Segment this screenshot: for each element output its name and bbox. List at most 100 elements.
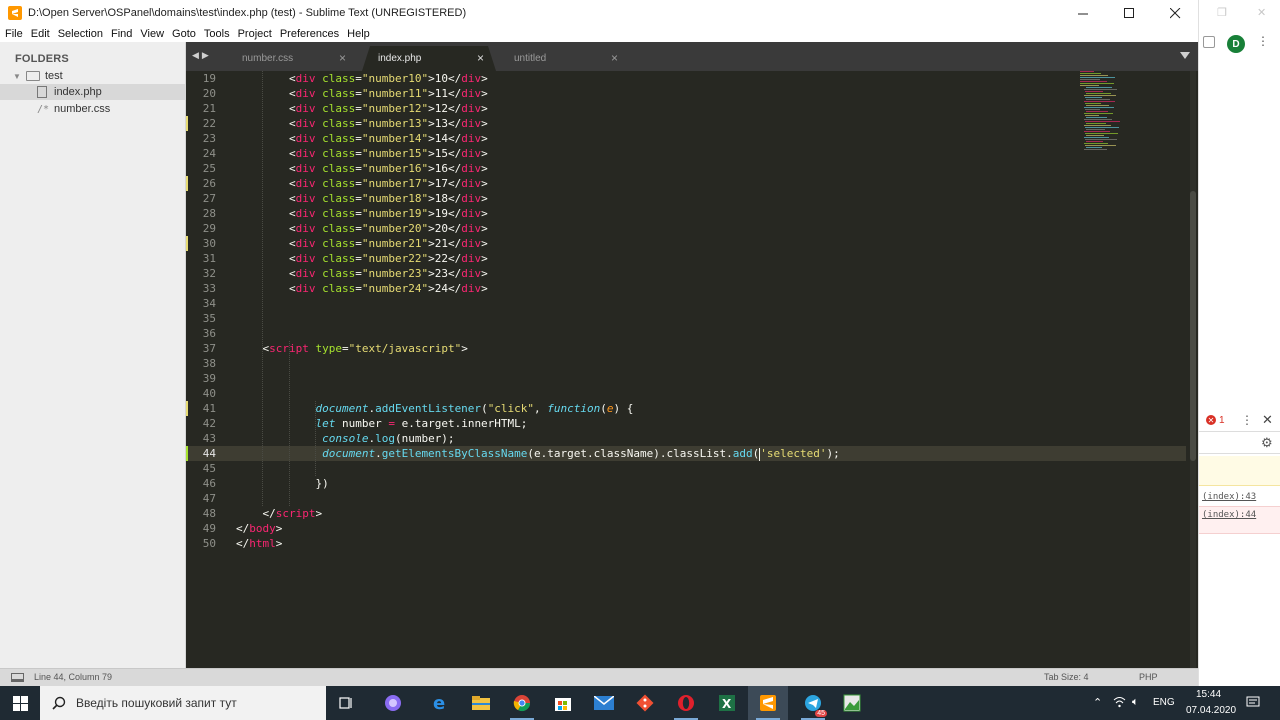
tab-close-icon[interactable]: × bbox=[477, 51, 484, 65]
menu-help[interactable]: Help bbox=[347, 28, 370, 40]
line-number: 44 bbox=[202, 447, 216, 460]
file-explorer-icon[interactable] bbox=[461, 686, 501, 720]
console-source-link[interactable]: (index):44 bbox=[1202, 510, 1256, 520]
gear-icon[interactable]: ⚙ bbox=[1261, 435, 1273, 451]
code-editor[interactable]: 19 20 21 22 23 24 25 26 27 28 29 30 31 32 33 34 35 36 37 38… bbox=[186, 71, 1198, 668]
minimap-line bbox=[1080, 83, 1114, 84]
mail-icon[interactable] bbox=[584, 686, 624, 720]
tab-untitled[interactable]: untitled × bbox=[500, 46, 628, 71]
panel-toggle-icon[interactable] bbox=[11, 673, 24, 682]
code-token: >12</ bbox=[428, 102, 462, 115]
tab-size[interactable]: Tab Size: 4 bbox=[1044, 672, 1089, 682]
code-token: class bbox=[322, 132, 356, 145]
line-number: 46 bbox=[202, 477, 216, 490]
avatar[interactable]: D bbox=[1227, 35, 1245, 53]
code-token: < bbox=[288, 252, 296, 265]
restore-icon[interactable]: ❐ bbox=[1217, 6, 1227, 19]
code-token: = bbox=[355, 192, 362, 205]
console-source-link[interactable]: (index):43 bbox=[1202, 492, 1256, 502]
console-warning-row bbox=[1199, 456, 1280, 486]
code-token: "number18" bbox=[361, 192, 429, 205]
code-line: </body> bbox=[236, 521, 282, 536]
close-button[interactable] bbox=[1152, 0, 1198, 26]
image-viewer-icon[interactable] bbox=[832, 686, 872, 720]
minimap-line bbox=[1086, 87, 1112, 88]
windows-start-button[interactable] bbox=[0, 686, 40, 720]
error-count[interactable]: 1 bbox=[1219, 415, 1225, 426]
menu-selection[interactable]: Selection bbox=[58, 28, 103, 40]
notification-center-icon[interactable] bbox=[1246, 696, 1260, 712]
tab-nav-arrows-icon[interactable]: ◀▶ bbox=[192, 50, 212, 61]
folder-test[interactable]: ▼ test bbox=[0, 68, 185, 84]
menu-find[interactable]: Find bbox=[111, 28, 132, 40]
clock-date[interactable]: 07.04.2020 bbox=[1186, 705, 1236, 716]
code-token: = bbox=[355, 237, 362, 250]
minimap-line bbox=[1084, 113, 1113, 114]
menu-edit[interactable]: Edit bbox=[31, 28, 50, 40]
sidebar-file-index-php[interactable]: index.php bbox=[0, 84, 185, 100]
code-token: >22</ bbox=[428, 252, 462, 265]
code-line: </html> bbox=[236, 536, 282, 551]
line-number: 39 bbox=[202, 372, 216, 385]
code-token: = bbox=[355, 252, 362, 265]
code-token: < bbox=[288, 132, 296, 145]
line-number: 41 bbox=[202, 402, 216, 415]
tab-menu-icon[interactable] bbox=[1180, 52, 1190, 59]
minimap[interactable] bbox=[1078, 71, 1188, 161]
code-token: add bbox=[732, 447, 753, 460]
telegram-icon[interactable]: 45 bbox=[793, 686, 833, 720]
expand-arrow-icon[interactable]: ▼ bbox=[12, 72, 22, 81]
code-token: = bbox=[355, 267, 362, 280]
sidebar-file-number-css[interactable]: /* number.css bbox=[0, 101, 185, 117]
excel-icon[interactable]: X bbox=[707, 686, 747, 720]
line-number: 29 bbox=[202, 222, 216, 235]
tab-close-icon[interactable]: × bbox=[611, 51, 618, 65]
maximize-button[interactable] bbox=[1106, 0, 1152, 26]
taskbar-search[interactable]: Введіть пошуковий запит тут bbox=[40, 686, 326, 720]
chevron-up-icon[interactable]: ⌃ bbox=[1093, 696, 1102, 709]
menu-project[interactable]: Project bbox=[238, 28, 272, 40]
minimap-line bbox=[1084, 95, 1116, 96]
minimap-line bbox=[1080, 85, 1099, 86]
network-icon[interactable] bbox=[1113, 696, 1126, 711]
tab-number-css[interactable]: number.css × bbox=[228, 46, 356, 71]
task-view-icon[interactable] bbox=[326, 686, 366, 720]
extension-icon[interactable] bbox=[1203, 36, 1215, 48]
kebab-menu-icon[interactable]: ⋮ bbox=[1257, 34, 1269, 48]
code-token: div bbox=[461, 72, 482, 85]
code-token: ( bbox=[752, 447, 760, 460]
minimap-line bbox=[1080, 75, 1108, 76]
opera-icon[interactable] bbox=[666, 686, 706, 720]
menu-tools[interactable]: Tools bbox=[204, 28, 230, 40]
close-icon[interactable]: ✕ bbox=[1262, 412, 1273, 428]
syntax-mode[interactable]: PHP bbox=[1139, 672, 1158, 682]
minimize-button[interactable] bbox=[1060, 0, 1106, 26]
menu-view[interactable]: View bbox=[140, 28, 164, 40]
store-icon[interactable] bbox=[543, 686, 583, 720]
git-icon[interactable] bbox=[625, 686, 665, 720]
sublime-text-taskbar-icon[interactable] bbox=[748, 686, 788, 720]
code-line: <div class="number14">14</div> bbox=[236, 131, 488, 146]
volume-icon[interactable]: 🔈︎ bbox=[1132, 696, 1139, 709]
language-indicator[interactable]: ENG bbox=[1153, 697, 1175, 708]
code-token: > bbox=[481, 282, 488, 295]
tab-close-icon[interactable]: × bbox=[339, 51, 346, 65]
menu-preferences[interactable]: Preferences bbox=[280, 28, 339, 40]
scrollbar-thumb[interactable] bbox=[1190, 191, 1196, 461]
code-token: = bbox=[355, 72, 362, 85]
background-browser-window[interactable]: ❐ ✕ D ⋮ ✕ 1 ⋮ ✕ ⚙ (index):43 (index):44 bbox=[1198, 0, 1280, 686]
chrome-icon[interactable] bbox=[502, 686, 542, 720]
minimap-line bbox=[1085, 127, 1119, 128]
cortana-icon[interactable] bbox=[373, 686, 413, 720]
tab-index-php[interactable]: index.php × bbox=[362, 46, 496, 71]
menu-goto[interactable]: Goto bbox=[172, 28, 196, 40]
file-icon bbox=[37, 86, 47, 98]
menu-file[interactable]: File bbox=[5, 28, 23, 40]
edge-browser-icon[interactable]: e bbox=[420, 686, 460, 720]
kebab-menu-icon[interactable]: ⋮ bbox=[1241, 413, 1253, 427]
clock-time[interactable]: 15:44 bbox=[1196, 689, 1221, 700]
close-icon[interactable]: ✕ bbox=[1257, 6, 1266, 19]
code-token: div bbox=[461, 162, 482, 175]
code-token: div bbox=[295, 87, 316, 100]
code-token: getElementsByClassName bbox=[381, 447, 528, 460]
